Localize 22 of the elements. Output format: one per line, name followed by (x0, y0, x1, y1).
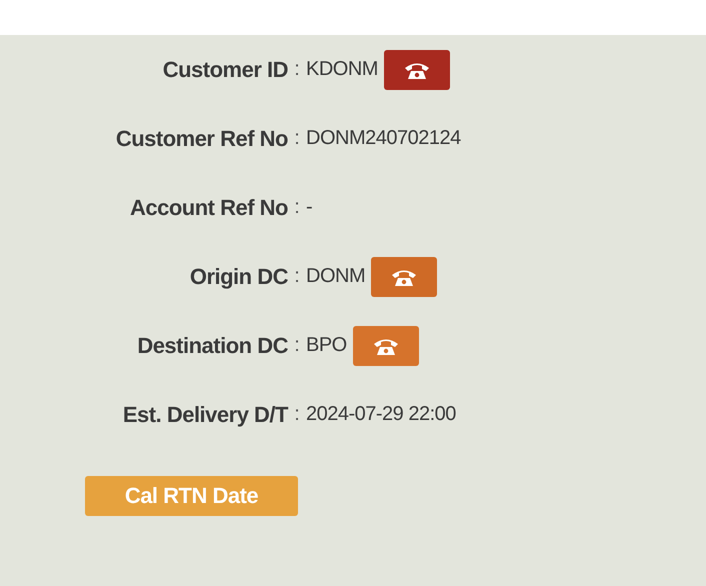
colon: : (293, 333, 301, 358)
field-value: 2024-07-29 22:00 (306, 403, 456, 426)
colon: : (293, 195, 301, 220)
field-label: Customer Ref No (114, 124, 288, 152)
field-label: Origin DC (188, 262, 288, 291)
cal-rtn-date-button[interactable]: Cal RTN Date (85, 476, 298, 516)
field-value: DONM (306, 265, 366, 288)
phone-button[interactable] (371, 256, 438, 296)
colon: : (293, 402, 301, 427)
field-label: Customer ID (162, 56, 288, 84)
colon: : (293, 57, 301, 82)
phone-button[interactable] (352, 326, 419, 366)
field-value: KDONM (306, 58, 378, 81)
phone-button[interactable] (384, 50, 450, 90)
field-label: Destination DC (136, 332, 288, 360)
field-value: BPO (306, 334, 347, 357)
field-label: Account Ref No (129, 194, 288, 222)
field-value: DONM240702124 (306, 127, 461, 150)
field-value: - (306, 196, 312, 219)
field-label: Est. Delivery D/T (122, 400, 288, 429)
colon: : (293, 126, 301, 151)
colon: : (293, 264, 301, 289)
